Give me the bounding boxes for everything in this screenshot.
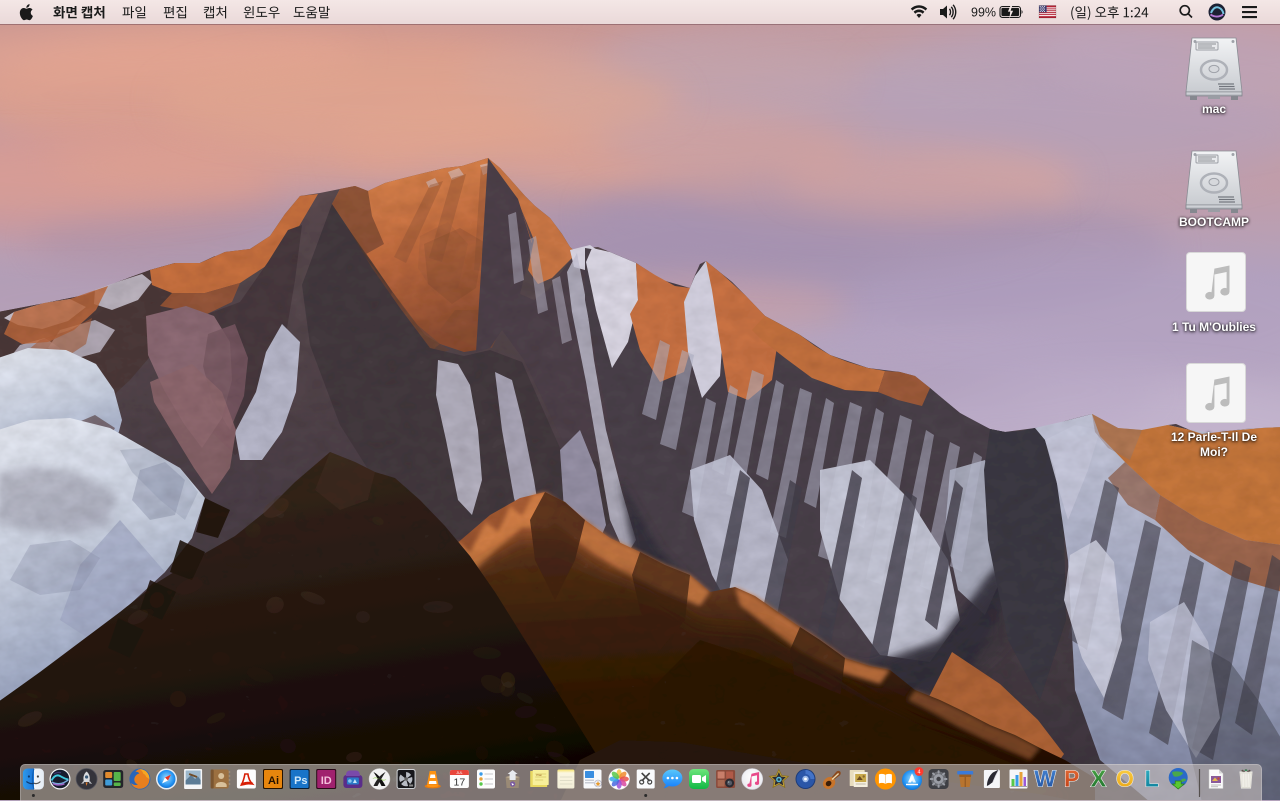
svg-text:P: P (1064, 766, 1079, 792)
svg-text:Plan: Plan (536, 773, 542, 777)
svg-text:Ai: Ai (268, 775, 279, 787)
svg-text:W: W (1034, 766, 1056, 792)
svg-text:X: X (1091, 766, 1107, 792)
svg-text:Ps: Ps (294, 775, 307, 787)
svg-text:O: O (1116, 766, 1134, 792)
svg-text:17: 17 (454, 777, 466, 789)
svg-text:L: L (1145, 766, 1159, 792)
svg-text:4: 4 (917, 769, 920, 775)
svg-text:ID: ID (321, 775, 332, 787)
svg-text:99%: 99% (971, 6, 996, 20)
svg-text:JUL: JUL (456, 771, 462, 775)
